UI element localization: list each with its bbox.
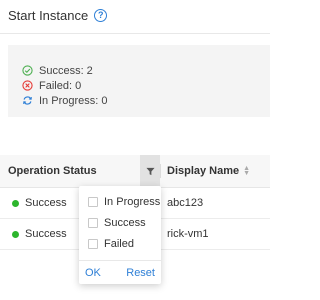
status-text: Success (25, 197, 67, 209)
summary-in-progress: In Progress: 0 (22, 93, 270, 108)
help-icon[interactable]: ? (94, 9, 108, 22)
header-divider (0, 33, 270, 34)
filter-ok-button[interactable]: OK (85, 267, 101, 279)
filter-option-failed[interactable]: Failed (79, 233, 161, 254)
summary-success: Success: 2 (22, 63, 270, 78)
summary-failed: Failed: 0 (22, 78, 270, 93)
summary-failed-label: Failed: 0 (39, 79, 82, 92)
summary-in-progress-label: In Progress: 0 (39, 94, 108, 107)
table-header: Operation Status Display Name ▲ ▼ (0, 155, 270, 188)
page-title: Start Instance (8, 8, 89, 23)
status-filter-dropdown: In Progress Success Failed OK Reset (79, 186, 161, 284)
check-circle-icon (22, 65, 33, 76)
summary-success-label: Success: 2 (39, 64, 93, 77)
column-header-name-label: Display Name (167, 165, 240, 177)
sort-icon[interactable]: ▲ ▼ (243, 165, 250, 177)
summary-panel: Success: 2 Failed: 0 In Progress: 0 (8, 45, 270, 117)
status-text: Success (25, 228, 67, 240)
filter-option-success[interactable]: Success (79, 212, 161, 233)
filter-option-in-progress[interactable]: In Progress (79, 191, 161, 212)
success-status-dot-icon (12, 199, 19, 207)
filter-reset-button[interactable]: Reset (126, 267, 155, 279)
column-header-name[interactable]: Display Name ▲ ▼ (161, 155, 270, 187)
x-circle-icon (22, 80, 33, 91)
filter-option-label: Success (104, 216, 146, 229)
filter-icon (145, 167, 155, 175)
column-header-status: Operation Status (8, 165, 97, 177)
display-name-cell: abc123 (167, 197, 204, 209)
checkbox[interactable] (88, 196, 98, 207)
checkbox[interactable] (88, 217, 98, 228)
dropdown-actions: OK Reset (79, 261, 161, 279)
status-filter-button[interactable] (140, 155, 160, 187)
page-header: Start Instance ? (8, 8, 108, 23)
filter-option-label: Failed (104, 237, 134, 250)
refresh-icon (23, 96, 32, 105)
checkbox[interactable] (88, 238, 98, 249)
display-name-cell: rick-vm1 (167, 228, 209, 240)
success-status-dot-icon (12, 230, 19, 238)
filter-option-label: In Progress (104, 195, 161, 208)
